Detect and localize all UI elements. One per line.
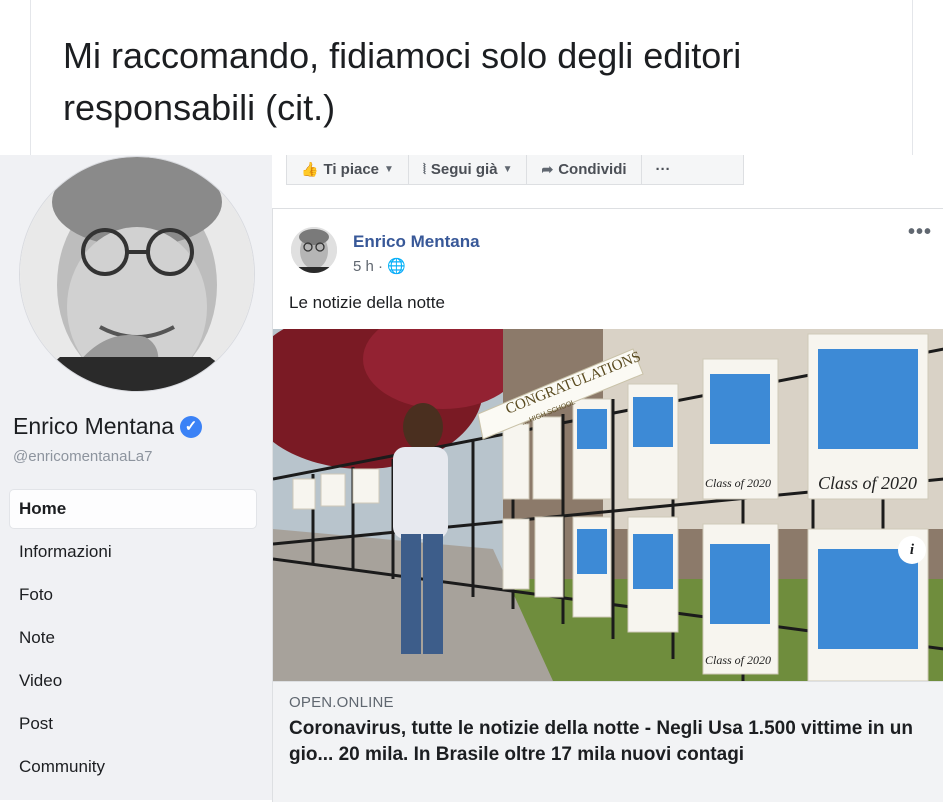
class-of-label-1: Class of 2020 bbox=[818, 473, 917, 493]
sidebar-item-foto[interactable]: Foto bbox=[10, 576, 256, 614]
like-button[interactable]: 👍 Ti piace ▼ bbox=[287, 155, 409, 184]
frame-line-right bbox=[912, 0, 913, 155]
page-name[interactable]: Enrico Mentana ✓ bbox=[13, 413, 203, 440]
more-dots-icon: ··· bbox=[655, 161, 671, 178]
globe-icon: 🌐 bbox=[387, 258, 406, 275]
link-preview[interactable]: OPEN.ONLINE Coronavirus, tutte le notizi… bbox=[273, 681, 943, 802]
rss-icon: ⦚ bbox=[422, 161, 426, 177]
class-of-label-3: Class of 2020 bbox=[705, 653, 771, 667]
profile-picture[interactable] bbox=[20, 157, 254, 391]
post-meta: 5 h · 🌐 bbox=[353, 257, 406, 275]
sidebar-item-informazioni[interactable]: Informazioni bbox=[10, 533, 256, 571]
sidebar-item-community[interactable]: Community bbox=[10, 748, 256, 786]
sidebar-item-note[interactable]: Note bbox=[10, 619, 256, 657]
sidebar-item-post[interactable]: Post bbox=[10, 705, 256, 743]
share-button[interactable]: ➦ Condividi bbox=[527, 155, 642, 184]
info-icon[interactable]: i bbox=[898, 536, 926, 564]
post-timestamp[interactable]: 5 h · bbox=[353, 258, 387, 275]
more-actions-button[interactable]: ··· bbox=[642, 155, 685, 184]
sidebar-item-video[interactable]: Video bbox=[10, 662, 256, 700]
chevron-down-icon: ▼ bbox=[384, 164, 394, 175]
post-author-avatar[interactable] bbox=[291, 227, 337, 273]
link-preview-image[interactable]: CONGRATULATIONS ... HIGH SCHOOL Class of… bbox=[273, 329, 943, 681]
post-options-button[interactable]: ••• bbox=[908, 221, 932, 244]
post-author-name[interactable]: Enrico Mentana bbox=[353, 232, 480, 252]
share-arrow-icon: ➦ bbox=[541, 161, 554, 177]
post-card: Enrico Mentana 5 h · 🌐 ••• Le notizie de… bbox=[272, 208, 943, 802]
share-label: Condividi bbox=[558, 161, 627, 178]
sidebar-item-home[interactable]: Home bbox=[10, 490, 256, 528]
chevron-down-icon: ▼ bbox=[502, 164, 513, 175]
caption-text: Mi raccomando, fidiamoci solo degli edit… bbox=[63, 35, 742, 128]
link-source: OPEN.ONLINE bbox=[289, 694, 394, 711]
follow-label: Segui già bbox=[430, 161, 498, 178]
follow-button[interactable]: ⦚ Segui già ▼ bbox=[409, 155, 528, 184]
page-name-text: Enrico Mentana bbox=[13, 413, 175, 439]
frame-line-left bbox=[30, 0, 31, 155]
post-text: Le notizie della notte bbox=[289, 293, 445, 312]
page-sidebar: Enrico Mentana ✓ @enricomentanaLa7 Home … bbox=[0, 155, 272, 800]
sidebar-nav: Home Informazioni Foto Note Video Post C… bbox=[10, 490, 256, 791]
verified-badge-icon: ✓ bbox=[180, 415, 203, 438]
like-label: Ti piace bbox=[323, 161, 380, 178]
page-action-bar: 👍 Ti piace ▼ ⦚ Segui già ▼ ➦ Condividi ·… bbox=[286, 155, 744, 185]
link-headline[interactable]: Coronavirus, tutte le notizie della nott… bbox=[289, 716, 934, 768]
class-of-label-2: Class of 2020 bbox=[705, 476, 771, 490]
thumbs-up-icon: 👍 bbox=[301, 161, 319, 177]
page-handle: @enricomentanaLa7 bbox=[13, 448, 153, 465]
